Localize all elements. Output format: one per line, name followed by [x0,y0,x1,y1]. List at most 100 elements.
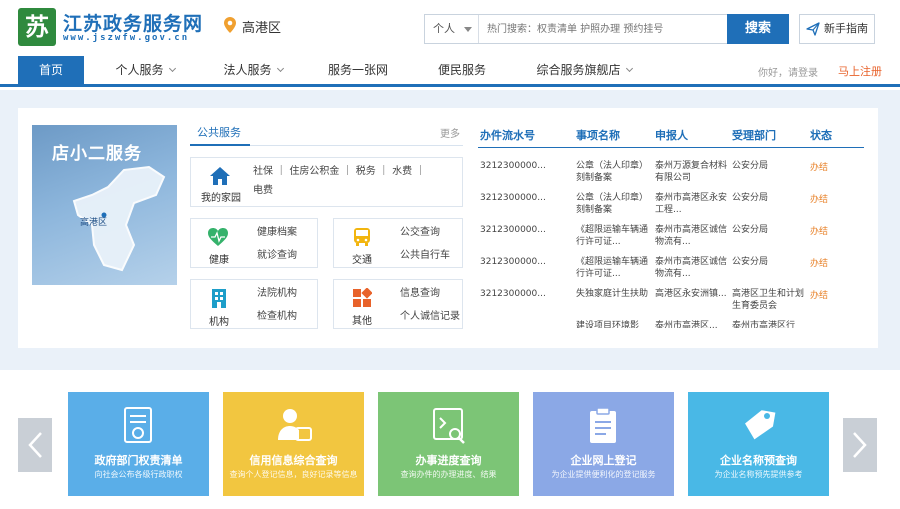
home-icon [210,167,230,185]
service-card-home[interactable]: 我的家园 社保 ｜ 住房公积金 ｜ 税务 ｜ 水费 ｜ 电费 [190,157,463,207]
nav-item-home[interactable]: 首页 [18,56,84,84]
service-links-line[interactable]: 法院机构 [257,282,297,305]
carousel-prev-button[interactable] [18,418,52,472]
table-cell-applicant: 泰州市高港区诚信物流有... [655,225,728,247]
table-cell-status [810,320,850,328]
service-links-line[interactable]: 就诊查询 [257,244,297,267]
table-header-applicant: 申报人 [655,129,688,142]
table-cell-id: 3212300000... [480,289,546,299]
site-title[interactable]: 江苏政务服务网 [63,9,203,36]
table-cell-item[interactable]: 失独家庭计生扶助 [576,288,652,300]
service-links-line[interactable]: 检查机构 [257,305,297,328]
tile-description: 查询办件的办理进度、结果 [400,470,497,479]
clipboard-icon [590,407,616,443]
search-input[interactable] [479,15,729,43]
nav-item-flagship[interactable]: 综合服务旗舰店 [525,56,643,84]
promo-banner[interactable]: 店小二服务 高港区 [32,125,177,285]
health-icon [208,228,228,246]
nav-item-convenience[interactable]: 便民服务 [426,56,498,84]
service-links-line[interactable]: 公共自行车 [400,244,450,267]
table-cell-id: 3212300000... [480,257,546,267]
table-header-status: 状态 [810,129,832,142]
search-button[interactable]: 搜索 [727,14,789,44]
table-cell-applicant: 泰州市高港区诚信物流有... [655,257,728,279]
service-card-links: 信息查询 个人诚信记录 [400,282,460,328]
service-links-line[interactable]: 电费 [253,181,425,200]
service-links-line[interactable]: 信息查询 [400,282,460,305]
service-card-links: 法院机构 检查机构 [257,282,297,328]
table-cell-item[interactable]: 《超限运输车辆通行许可证... [576,224,652,248]
service-links-line[interactable]: 公交查询 [400,221,450,244]
table-cell-status: 办结 [810,163,829,173]
service-links-line[interactable]: 个人诚信记录 [400,305,460,328]
tile-description: 查询个人登记信息，良好记录等信息 [229,470,358,479]
service-card-institutions[interactable]: 机构 法院机构 检查机构 [190,279,318,329]
search-scope-value: 个人 [433,22,455,35]
service-card-transport[interactable]: 交通 公交查询 公共自行车 [333,218,463,268]
promo-title: 店小二服务 [52,144,142,164]
site-url: www.jszwfw.gov.cn [63,33,190,43]
tile-credit-query[interactable]: 信用信息综合查询 查询个人登记信息，良好记录等信息 [223,392,364,496]
nav-label: 综合服务旗舰店 [536,63,621,77]
table-cell-applicant: 泰州市高港区永安工程... [655,193,728,215]
public-service-more-link[interactable]: 更多 [440,125,460,140]
table-cell-dept: 公安分局 [732,161,769,171]
nav-label: 个人服务 [115,63,164,77]
location-pin-icon [224,17,236,33]
chevron-down-icon [276,64,284,73]
document-badge-icon [124,407,152,443]
table-cell-dept: 高港区卫生和计划生育委员会 [732,289,805,311]
table-header-dept: 受理部门 [732,129,776,142]
tile-title: 企业名称预查询 [720,454,797,467]
tile-description: 为企业名称预先提供参考 [714,470,803,479]
tile-progress-query[interactable]: 办事进度查询 查询办件的办理进度、结果 [378,392,519,496]
nav-item-service-network[interactable]: 服务一张网 [318,56,398,84]
nav-item-legal[interactable]: 法人服务 [208,56,298,84]
table-cell-status: 办结 [810,291,829,301]
person-card-icon [278,409,312,441]
table-cell-status: 办结 [810,195,829,205]
register-link[interactable]: 马上注册 [838,63,882,79]
table-cell-dept: 泰州市高港区行政... [732,321,796,328]
table-cell-id: 3212300000... [480,193,546,203]
table-cell-item[interactable]: 公章（法人印章）刻制备案 [576,160,652,184]
service-links-line[interactable]: 健康档案 [257,221,297,244]
login-greeting[interactable]: 你好，请登录 [758,64,818,79]
carousel-next-button[interactable] [843,418,877,472]
site-logo-mark[interactable]: 苏 [18,8,56,46]
tile-name-prequery[interactable]: 企业名称预查询 为企业名称预先提供参考 [688,392,829,496]
service-card-label: 我的家园 [201,193,241,204]
tile-title: 企业网上登记 [570,454,637,467]
promo-map-label: 高港区 [80,218,108,228]
table-header-divider [478,147,864,148]
table-cell-dept: 公安分局 [732,193,769,203]
table-cell-item[interactable]: 《超限运输车辆通行许可证... [576,256,652,280]
nav-item-personal[interactable]: 个人服务 [100,56,190,84]
beginner-guide-button[interactable]: 新手指南 [799,14,875,44]
search-scope-select[interactable]: 个人 [425,15,479,43]
tile-power-list[interactable]: 政府部门权责清单 向社会公布各级行政职权 [68,392,209,496]
nav-label: 便民服务 [437,63,486,77]
table-cell-status: 办结 [810,227,829,237]
service-links-line[interactable]: 社保 ｜ 住房公积金 ｜ 税务 ｜ 水费 ｜ [253,162,425,181]
table-cell-item[interactable]: 公章（法人印章）刻制备案 [576,192,652,216]
beginner-guide-label: 新手指南 [824,22,868,35]
tile-enterprise-registration[interactable]: 企业网上登记 为企业提供便利化的登记服务 [533,392,674,496]
table-cell-status: 办结 [810,259,829,269]
service-card-other[interactable]: 其他 信息查询 个人诚信记录 [333,279,463,329]
nav-label: 服务一张网 [327,63,388,77]
chevron-right-icon [853,432,867,458]
service-card-label: 交通 [352,255,372,266]
location-selector[interactable]: 高港区 [242,17,281,36]
tile-title: 办事进度查询 [415,454,482,467]
service-card-links: 健康档案 就诊查询 [257,221,297,267]
tile-title: 信用信息综合查询 [249,454,338,467]
table-cell-item[interactable]: 建设项目环境影响... [576,320,652,328]
tile-description: 向社会公布各级行政职权 [94,470,183,479]
chevron-left-icon [28,432,42,458]
table-cell-id: 3212300000... [480,161,546,171]
public-service-title[interactable]: 公共服务 [197,124,241,140]
tile-description: 为企业提供便利化的登记服务 [551,470,656,479]
service-card-health[interactable]: 健康 健康档案 就诊查询 [190,218,318,268]
paper-plane-icon [806,22,820,36]
